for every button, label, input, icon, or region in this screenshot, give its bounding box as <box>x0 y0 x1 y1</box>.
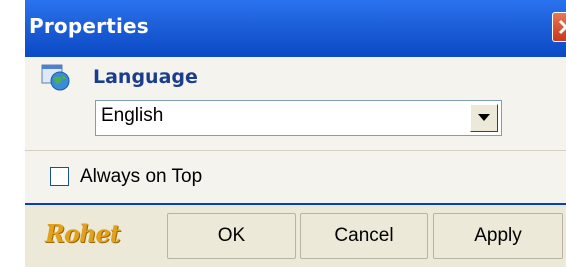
close-button[interactable] <box>552 12 566 42</box>
divider <box>25 150 566 151</box>
always-on-top-checkbox[interactable] <box>50 167 69 186</box>
close-icon <box>558 19 566 35</box>
globe-window-icon <box>41 64 71 92</box>
language-select-value: English <box>101 105 164 126</box>
ok-button[interactable]: OK <box>167 213 296 259</box>
app-logo: Rohet <box>45 219 121 248</box>
language-select[interactable]: English <box>95 100 502 136</box>
chevron-down-icon <box>478 114 490 121</box>
window-title: Properties <box>29 14 149 38</box>
dropdown-button[interactable] <box>470 104 498 132</box>
title-bar[interactable]: Properties <box>25 0 566 57</box>
properties-dialog: Properties Language English Always on To… <box>25 0 566 267</box>
cancel-button[interactable]: Cancel <box>300 213 428 259</box>
dialog-footer: Rohet OK Cancel Apply <box>25 203 566 267</box>
language-label: Language <box>93 66 198 88</box>
apply-button[interactable]: Apply <box>433 213 563 259</box>
always-on-top-label[interactable]: Always on Top <box>80 166 202 188</box>
